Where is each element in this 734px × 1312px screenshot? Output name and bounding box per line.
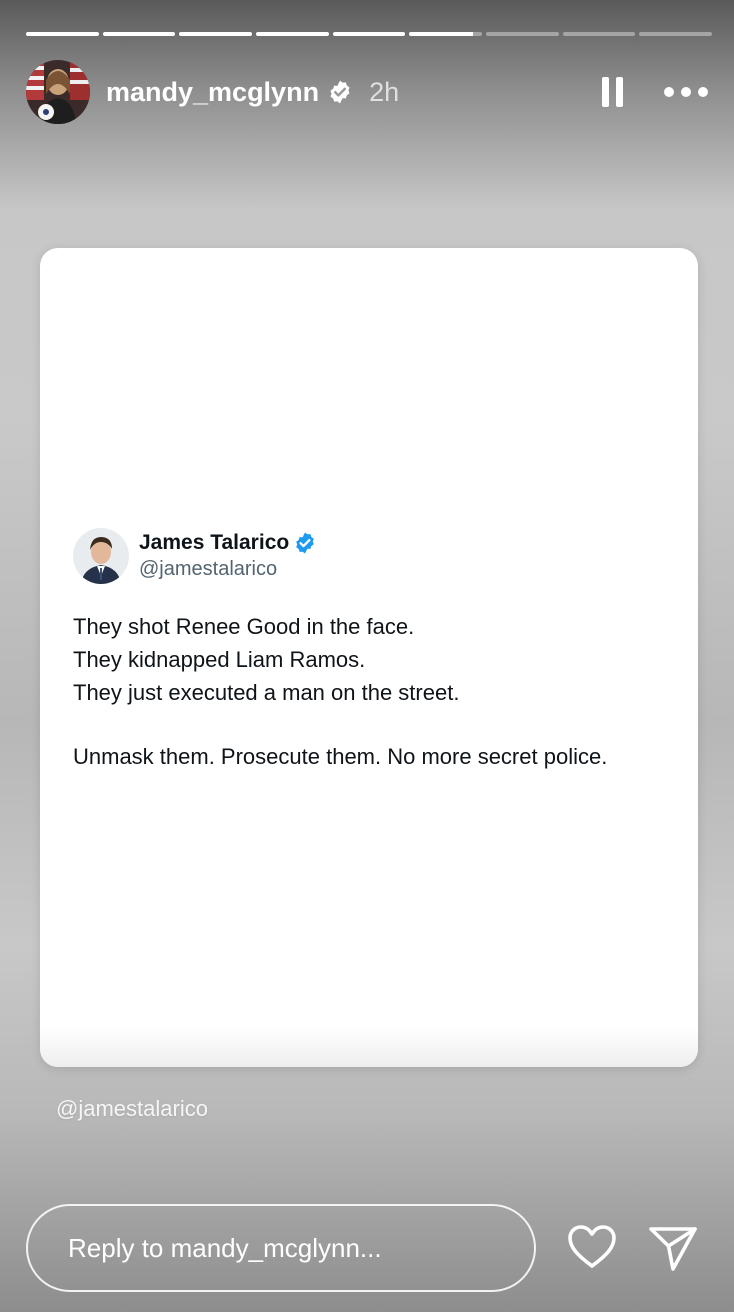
story-time: 2h bbox=[369, 76, 400, 107]
progress-segment bbox=[409, 32, 483, 36]
reply-input[interactable]: Reply to mandy_mcglynn... bbox=[26, 1204, 536, 1292]
tweet-author-handle: @jamestalarico bbox=[139, 558, 278, 580]
more-options-icon bbox=[664, 87, 674, 97]
tweet-card[interactable]: James Talarico @jamestalarico They shot … bbox=[40, 248, 698, 1067]
tweet-line: They kidnapped Liam Ramos. bbox=[73, 647, 366, 672]
progress-segment bbox=[26, 32, 99, 36]
tweet-line: They shot Renee Good in the face. bbox=[73, 614, 415, 639]
story-header: mandy_mcglynn 2h bbox=[26, 60, 708, 124]
progress-fill bbox=[26, 32, 99, 36]
tweet-author-name: James Talarico bbox=[139, 531, 290, 554]
progress-fill bbox=[332, 32, 406, 36]
progress-segment bbox=[256, 32, 329, 36]
progress-fill bbox=[179, 32, 253, 36]
progress-segment bbox=[562, 32, 636, 36]
more-options-button[interactable] bbox=[664, 72, 708, 112]
progress-segment bbox=[102, 32, 176, 36]
tweet-text: They shot Renee Good in the face. They k… bbox=[73, 610, 674, 773]
mention-sticker[interactable]: @jamestalarico bbox=[56, 1096, 208, 1122]
progress-fill bbox=[409, 32, 474, 36]
tweet: James Talarico @jamestalarico They shot … bbox=[73, 528, 674, 773]
tweet-avatar bbox=[73, 528, 129, 584]
heart-icon[interactable] bbox=[567, 1224, 617, 1270]
story-progress bbox=[26, 32, 713, 36]
tweet-line: They just executed a man on the street. bbox=[73, 680, 460, 705]
progress-fill bbox=[102, 32, 176, 36]
progress-segment bbox=[332, 32, 406, 36]
story-username[interactable]: mandy_mcglynn bbox=[106, 77, 319, 108]
verified-check-icon bbox=[296, 532, 315, 554]
tweet-header: James Talarico @jamestalarico bbox=[73, 528, 674, 584]
avatar[interactable] bbox=[26, 60, 90, 124]
progress-segment bbox=[486, 32, 559, 36]
pause-button[interactable] bbox=[592, 72, 632, 112]
tweet-closing-line: Unmask them. Prosecute them. No more sec… bbox=[73, 744, 608, 769]
send-icon[interactable] bbox=[648, 1224, 698, 1272]
verified-badge-icon bbox=[330, 80, 350, 104]
progress-fill bbox=[256, 32, 329, 36]
progress-segment bbox=[179, 32, 253, 36]
progress-segment bbox=[639, 32, 713, 36]
pause-icon bbox=[601, 77, 609, 107]
